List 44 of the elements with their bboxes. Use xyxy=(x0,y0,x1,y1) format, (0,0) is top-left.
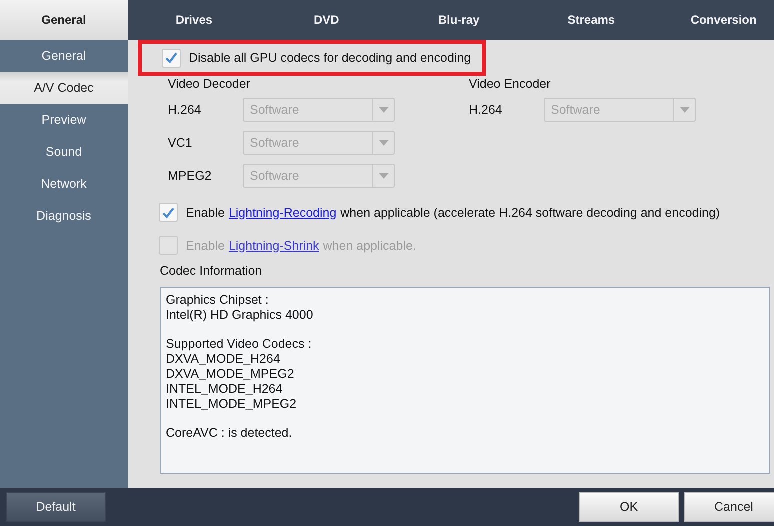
sidebar-item[interactable]: Preview xyxy=(0,104,128,136)
info-line: INTEL_MODE_H264 xyxy=(166,382,284,397)
caret-icon xyxy=(378,172,388,178)
sidebar-item[interactable]: A/V Codec xyxy=(0,72,128,104)
info-line: CoreAVC : is detected. xyxy=(166,426,294,441)
info-line: Supported Video Codecs : xyxy=(166,337,313,352)
tab[interactable]: Conversion xyxy=(658,0,774,40)
checkbox[interactable] xyxy=(162,48,181,68)
field-label: H.264 xyxy=(469,102,504,116)
checkmark-icon xyxy=(165,52,178,64)
sidebar-item[interactable]: Diagnosis xyxy=(0,200,128,232)
default-button[interactable]: Default xyxy=(6,492,106,522)
field-label: VC1 xyxy=(168,136,194,150)
tab[interactable]: Drives xyxy=(128,0,260,40)
section-label: Codec Information xyxy=(160,264,264,278)
info-line: INTEL_MODE_MPEG2 xyxy=(166,397,298,412)
checkbox-label: Disable all GPU codecs for decoding and encoding xyxy=(189,51,472,65)
option-text: when applicable. xyxy=(323,238,416,252)
caret-icon xyxy=(680,106,690,112)
ok-button[interactable]: OK xyxy=(579,492,679,522)
field-label: MPEG2 xyxy=(168,168,213,182)
sidebar-item[interactable]: Network xyxy=(0,168,128,200)
info-line: DXVA_MODE_H264 xyxy=(166,352,282,367)
tab[interactable]: Blu-ray xyxy=(392,0,526,40)
caret-icon xyxy=(378,106,388,112)
field-label: H.264 xyxy=(168,102,202,116)
tab[interactable]: Streams xyxy=(525,0,658,40)
section-label: Video Decoder xyxy=(168,77,252,93)
info-line: Graphics Chipset : xyxy=(166,293,270,308)
link[interactable]: Lightning-Recoding xyxy=(228,206,337,220)
checkbox[interactable] xyxy=(159,203,178,222)
tab[interactable]: DVD xyxy=(260,0,393,40)
caret-icon xyxy=(378,140,388,146)
section-label: Video Encoder xyxy=(469,77,552,93)
option-text: Enable xyxy=(186,238,225,252)
info-line: Intel(R) HD Graphics 4000 xyxy=(166,308,314,323)
option-text: when applicable (accelerate H.264 software decoding and encoding) xyxy=(340,206,720,220)
cancel-button[interactable]: Cancel xyxy=(684,492,774,522)
option-text: Enable xyxy=(186,206,225,220)
info-line: DXVA_MODE_MPEG2 xyxy=(166,367,296,382)
sidebar-item[interactable]: Sound xyxy=(0,136,128,168)
sidebar-item[interactable]: General xyxy=(0,40,128,72)
checkmark-icon xyxy=(162,206,175,218)
tab[interactable]: General xyxy=(0,0,128,40)
